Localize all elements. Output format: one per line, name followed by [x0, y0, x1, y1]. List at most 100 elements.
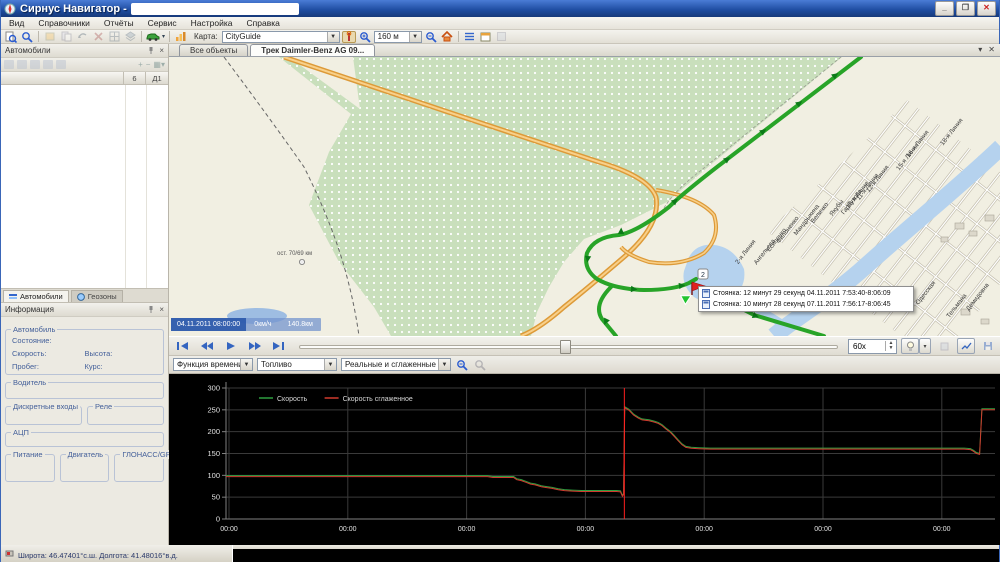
speed-chart[interactable]: 05010015020025030000:0000:0000:0000:0000… [169, 374, 1000, 545]
column-d1[interactable]: Д1 [146, 72, 168, 84]
scale-select-dropdown-button[interactable]: ▼ [409, 32, 421, 42]
main-area: Все объекты Трек Daimler-Benz AG 09... ▾… [169, 44, 1000, 545]
map-select-dropdown-button[interactable]: ▼ [327, 32, 339, 42]
stop-info-icon [702, 300, 710, 309]
chart-zoom-out-icon[interactable] [455, 359, 469, 371]
edit-icon[interactable] [43, 31, 57, 43]
scale-select[interactable]: 160 м ▼ [374, 31, 422, 43]
map-tab-bar: Все объекты Трек Daimler-Benz AG 09... ▾… [169, 44, 1000, 57]
options-icon[interactable] [495, 31, 509, 43]
chart-mode-dropdown-button[interactable]: ▼ [240, 359, 252, 370]
plus-icon[interactable]: + [138, 60, 143, 69]
rewind-button[interactable] [197, 339, 217, 353]
group-vehicle-label: Автомобиль [11, 325, 57, 334]
add-vehicle-icon[interactable] [4, 60, 14, 69]
chart-zoom-in-icon[interactable] [473, 359, 487, 371]
menu-item-2[interactable]: Справочники [38, 18, 90, 28]
chart-toggle-button[interactable] [957, 338, 975, 354]
menu-item-6[interactable]: Справка [247, 18, 280, 28]
vehicles-list[interactable] [1, 85, 168, 289]
delete-icon[interactable] [91, 31, 105, 43]
stop-number-badge[interactable]: 2 [698, 269, 708, 279]
minimize-button[interactable]: _ [935, 1, 954, 16]
search-icon[interactable] [20, 31, 34, 43]
group-driver: Водитель [5, 382, 164, 399]
tab-track[interactable]: Трек Daimler-Benz AG 09... [250, 44, 375, 56]
speed-spin-arrows[interactable]: ▲▼ [885, 341, 896, 351]
skip-end-button[interactable] [269, 339, 289, 353]
menu-item-5[interactable]: Настройка [191, 18, 233, 28]
tab-geozones[interactable]: Геозоны [71, 290, 123, 302]
chart-values-dropdown-button[interactable]: ▼ [438, 359, 450, 370]
disabled-button[interactable] [935, 338, 953, 354]
menu-item-4[interactable]: Сервис [148, 18, 177, 28]
y-tick-label: 100 [207, 471, 220, 480]
grid-icon[interactable] [107, 31, 121, 43]
speed-value: 60x [849, 342, 885, 351]
edit-vehicle-icon[interactable] [17, 60, 27, 69]
group-icon[interactable] [30, 60, 40, 69]
close-button[interactable]: ✕ [977, 1, 996, 16]
chart-series-select[interactable]: Топливо ▼ [257, 358, 337, 371]
restore-button[interactable]: ❐ [956, 1, 975, 16]
group-power: Питание [5, 454, 55, 482]
vehicle-dropdown-arrow[interactable]: ▾ [162, 33, 165, 40]
vehicles-panel-close-icon[interactable]: × [159, 46, 164, 55]
tab-list-dropdown-icon[interactable]: ▾ [978, 45, 982, 54]
chart-mode-select[interactable]: Функция времени ▼ [173, 358, 253, 371]
title-highlight-box [131, 3, 299, 15]
gps-status-icon [5, 549, 14, 558]
info-panel-content: Автомобиль Состояние: Скорость:Высота: П… [1, 317, 168, 482]
play-button[interactable] [221, 339, 241, 353]
pin-icon[interactable] [147, 46, 155, 55]
column-name[interactable] [1, 72, 124, 84]
save-button[interactable] [979, 338, 997, 354]
list-icon[interactable] [463, 31, 477, 43]
legend-label: Скорость сглаженное [343, 396, 413, 403]
tab-vehicles[interactable]: Автомобили [3, 290, 69, 302]
group-adc: АЦП [5, 432, 164, 447]
vehicles-toolbar: + − ▦▾ [1, 58, 168, 72]
y-tick-label: 300 [207, 384, 220, 393]
filter-icon[interactable] [56, 60, 66, 69]
refresh-icon[interactable] [43, 60, 53, 69]
chart-series-value: Топливо [258, 360, 324, 369]
info-panel-close-icon[interactable]: × [159, 305, 164, 314]
bulb-dropdown-button[interactable]: ▾ [919, 338, 931, 354]
x-tick-label: 00:00 [695, 526, 713, 533]
bulb-button[interactable] [901, 338, 919, 354]
pin-icon[interactable] [147, 305, 155, 314]
speed-spinner[interactable]: 60x ▲▼ [848, 339, 897, 354]
overlay-datetime: 04.11.2011 08:00:00 [171, 318, 246, 331]
vehicle-icon[interactable] [146, 31, 160, 43]
fast-forward-button[interactable] [245, 339, 265, 353]
undo-icon[interactable] [75, 31, 89, 43]
chart-values-select[interactable]: Реальные и сглаженные значени ▼ [341, 358, 451, 371]
skip-start-button[interactable] [173, 339, 193, 353]
timeline-slider[interactable] [299, 339, 838, 353]
zoom-out-icon[interactable] [424, 31, 438, 43]
tab-close-icon[interactable]: ✕ [988, 45, 995, 54]
zoom-in-icon[interactable] [358, 31, 372, 43]
menu-item-3[interactable]: Отчёты [104, 18, 134, 28]
map-select[interactable]: CityGuide ▼ [222, 31, 340, 43]
zoom-select-icon[interactable] [4, 31, 18, 43]
tab-all-objects[interactable]: Все объекты [179, 44, 248, 56]
column-6[interactable]: 6 [124, 72, 146, 84]
app-window: Сирнус Навигатор - _ ❐ ✕ ВидСправочникиО… [0, 0, 1000, 562]
slider-handle[interactable] [560, 340, 571, 354]
chart-icon[interactable] [174, 31, 188, 43]
menu-item-1[interactable]: Вид [9, 18, 24, 28]
map-view[interactable]: ост. 70/69 км 18-я Линия16-я Линия15-я Л… [169, 57, 1000, 336]
chart-series-dropdown-button[interactable]: ▼ [324, 359, 336, 370]
group-glonass: ГЛОНАСС/GPS [114, 454, 164, 482]
layers-icon[interactable] [123, 31, 137, 43]
copy-icon[interactable] [59, 31, 73, 43]
toolbar-separator [38, 31, 39, 42]
columns-icon[interactable]: ▦▾ [153, 60, 165, 69]
calendar-icon[interactable] [479, 31, 493, 43]
home-icon[interactable] [440, 31, 454, 43]
group-vehicle: Автомобиль Состояние: Скорость:Высота: П… [5, 329, 164, 375]
tracker-toggle-icon[interactable] [342, 31, 356, 43]
minus-icon[interactable]: − [146, 60, 151, 69]
